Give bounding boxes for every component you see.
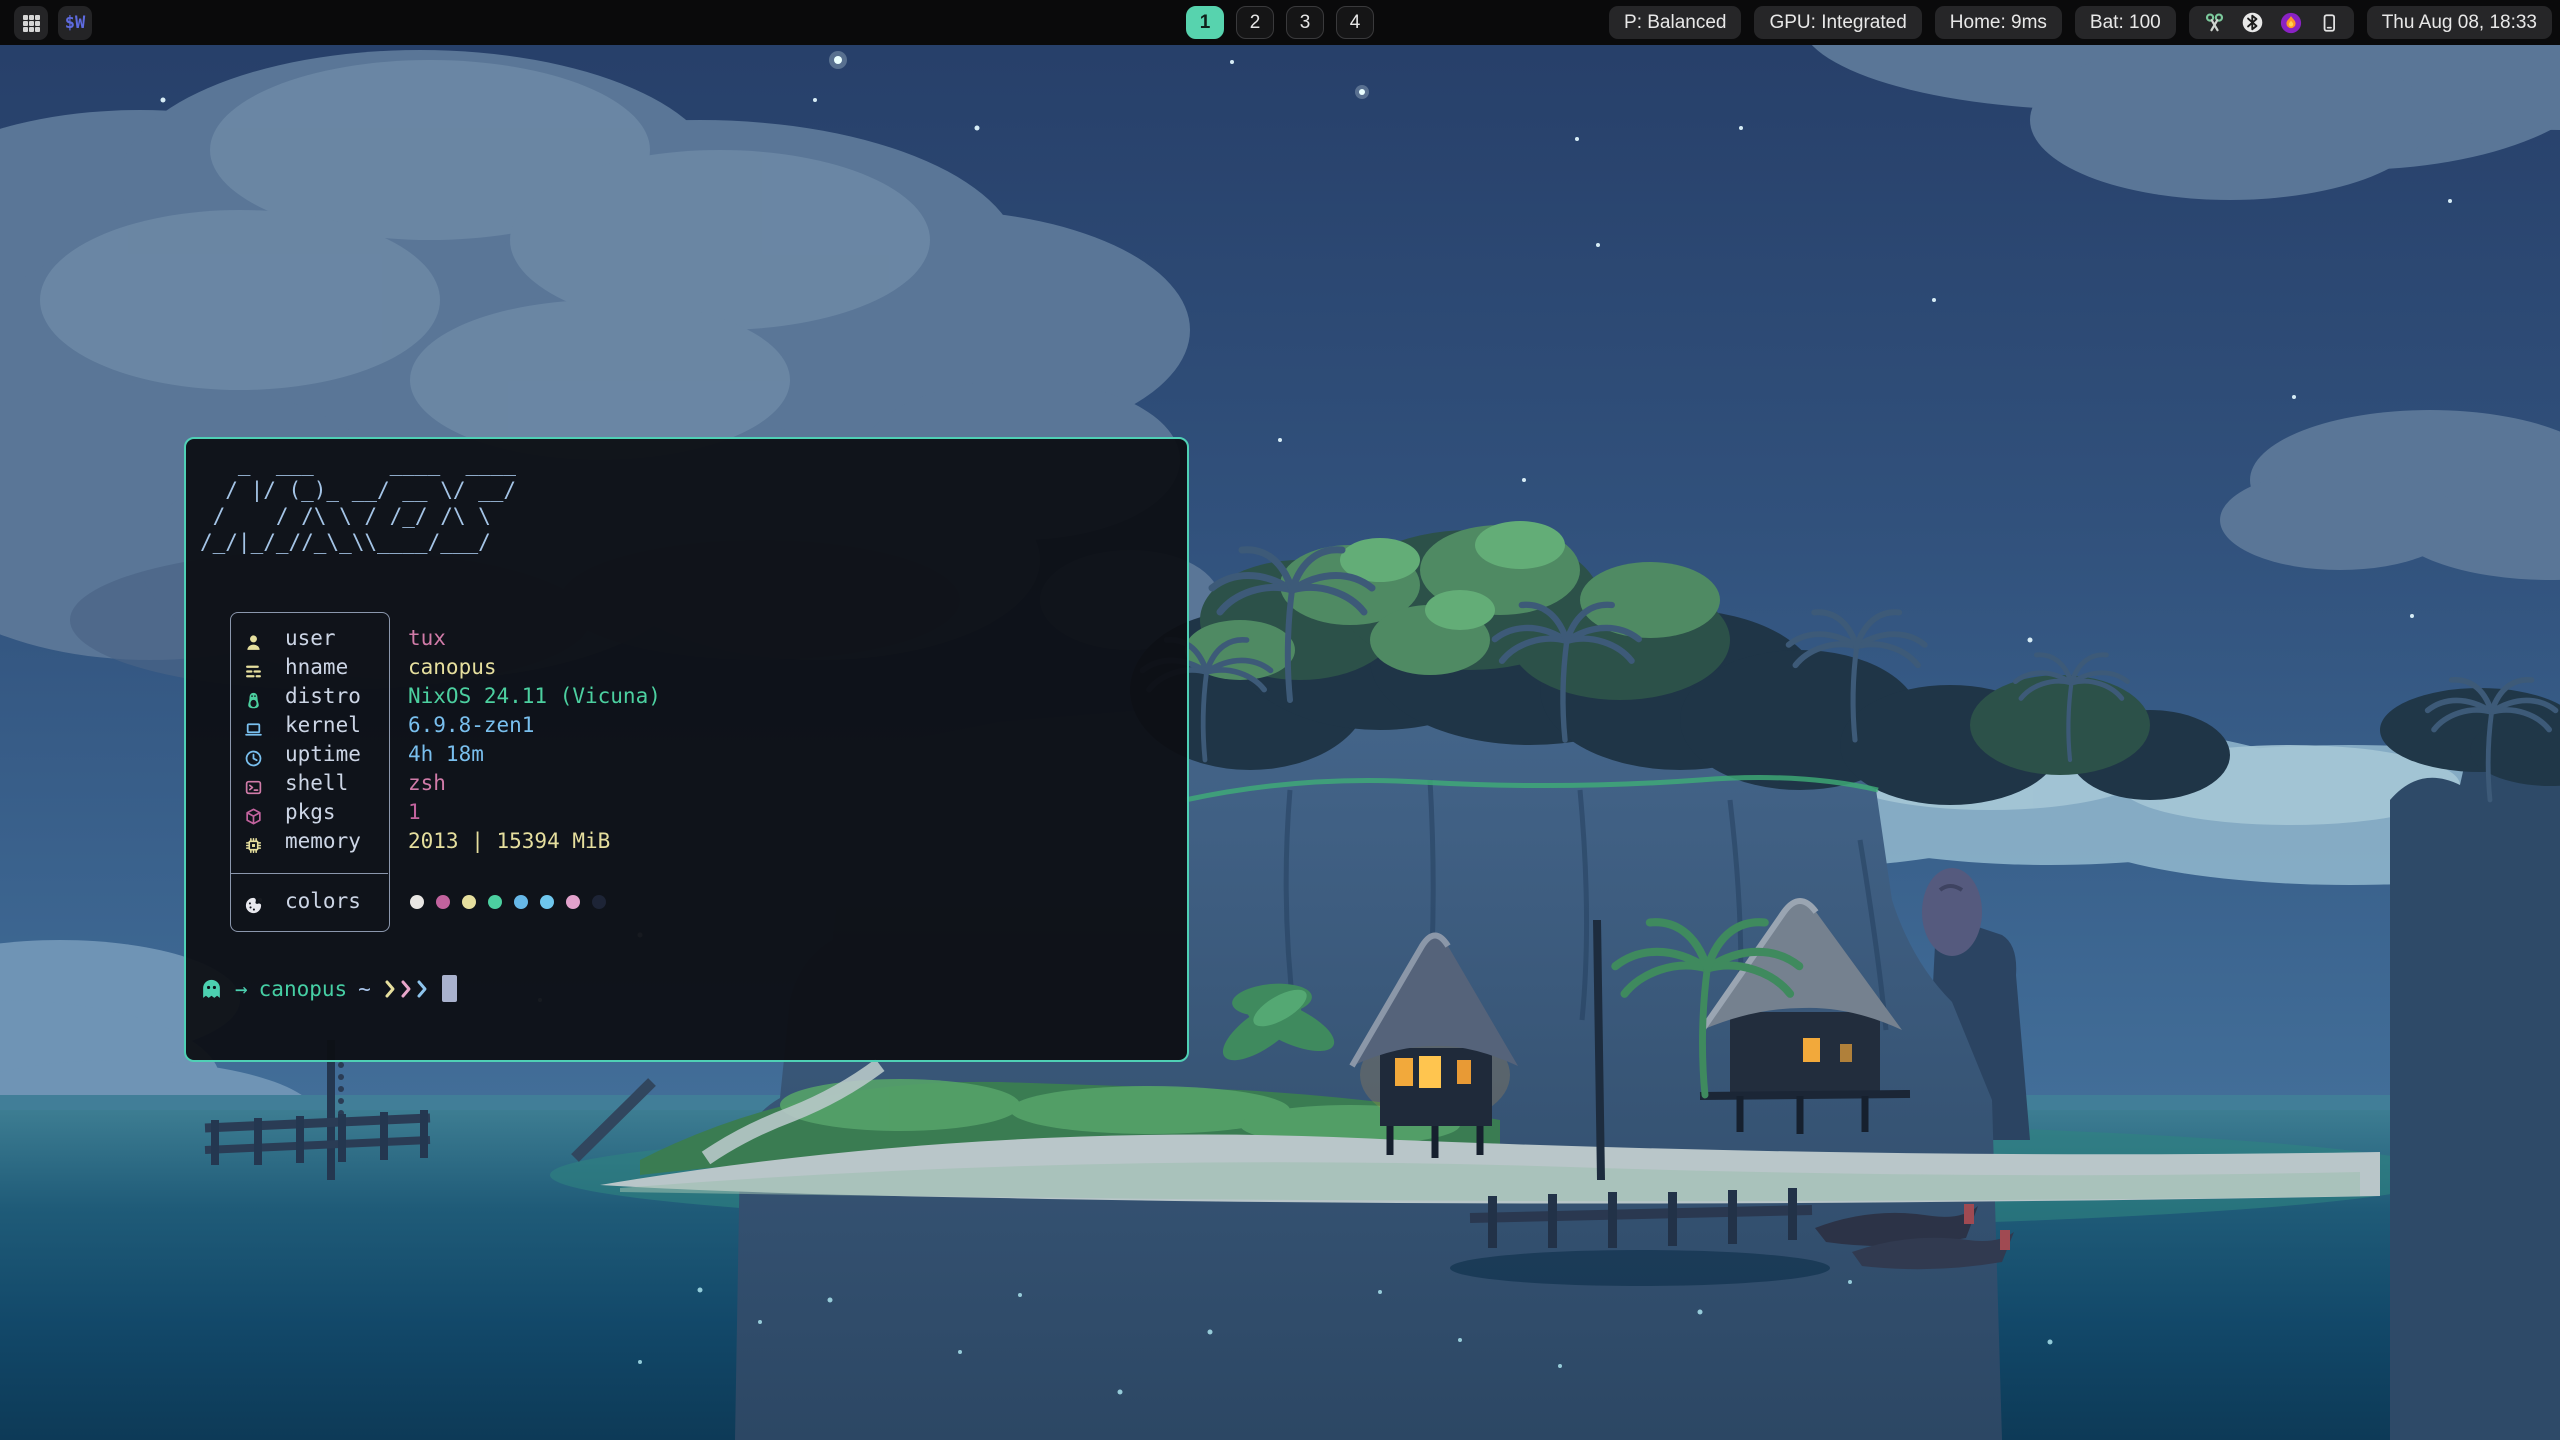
- workspace-4[interactable]: 4: [1336, 6, 1374, 39]
- home-latency-module[interactable]: Home: 9ms: [1935, 6, 2062, 39]
- fastfetch-output: user tux hname canopus distro NixOS 24.1…: [200, 612, 960, 942]
- flameshot-icon[interactable]: [2280, 12, 2302, 34]
- fetch-value: zsh: [408, 771, 446, 795]
- fetch-label: user: [285, 626, 336, 650]
- palette-dot: [540, 895, 554, 909]
- fetch-label-divider: [230, 873, 388, 874]
- app-grid-icon: [20, 12, 42, 34]
- phone-icon[interactable]: [2319, 13, 2339, 33]
- fetch-label: pkgs: [285, 800, 336, 824]
- prompt-chevron-blue: [416, 979, 428, 999]
- system-tray: [2189, 6, 2354, 39]
- memory-icon: [240, 832, 266, 856]
- workspace-switcher: 1 2 3 4: [1186, 6, 1374, 39]
- prompt-chevron-pink: [400, 979, 412, 999]
- fetch-label: hname: [285, 655, 348, 679]
- desktop: $W 1 2 3 4 P: Balanced GPU: Integrated H…: [0, 0, 2560, 1440]
- prompt-arrow: →: [235, 977, 248, 1001]
- fetch-value: 6.9.8-zen1: [408, 713, 534, 737]
- fetch-value: tux: [408, 626, 446, 650]
- dollar-w-label: $W: [65, 13, 85, 33]
- terminal-window[interactable]: _ ___ ____ ____ / |/ (_)_ __/ __ \/ __/ …: [184, 437, 1189, 1062]
- penguin-icon: [240, 687, 266, 711]
- palette-dot: [566, 895, 580, 909]
- bar-left-group: $W: [14, 6, 92, 40]
- fetch-value: NixOS 24.11 (Vicuna): [408, 684, 661, 708]
- dollar-w-badge[interactable]: $W: [58, 6, 92, 40]
- bluetooth-icon[interactable]: [2242, 12, 2263, 33]
- fetch-label: memory: [285, 829, 361, 853]
- ghost-icon: [200, 977, 223, 1000]
- gpu-module[interactable]: GPU: Integrated: [1754, 6, 1921, 39]
- scissors-icon[interactable]: [2204, 12, 2225, 33]
- palette-dot: [410, 895, 424, 909]
- fetch-label: uptime: [285, 742, 361, 766]
- hostname-icon: [240, 658, 266, 682]
- fetch-value: 1: [408, 800, 421, 824]
- fetch-label: kernel: [285, 713, 361, 737]
- workspace-3[interactable]: 3: [1286, 6, 1324, 39]
- palette-dot: [592, 895, 606, 909]
- palette-dot: [488, 895, 502, 909]
- power-profile-module[interactable]: P: Balanced: [1609, 6, 1741, 39]
- terminal-color-palette: [410, 895, 606, 909]
- fetch-value: 4h 18m: [408, 742, 484, 766]
- clock-icon: [240, 745, 266, 769]
- prompt-chevron-yellow: [384, 979, 396, 999]
- terminal-cursor[interactable]: [442, 975, 457, 1002]
- fetch-label: colors: [285, 889, 361, 913]
- status-bar: $W 1 2 3 4 P: Balanced GPU: Integrated H…: [0, 0, 2560, 45]
- clock-module[interactable]: Thu Aug 08, 18:33: [2367, 6, 2552, 39]
- app-launcher-button[interactable]: [14, 6, 48, 40]
- workspace-1[interactable]: 1: [1186, 6, 1224, 39]
- palette-dot: [462, 895, 476, 909]
- palette-dot: [436, 895, 450, 909]
- package-icon: [240, 803, 266, 827]
- prompt-hostname: canopus: [259, 977, 348, 1001]
- fetch-label: distro: [285, 684, 361, 708]
- prompt-path: ~: [358, 977, 371, 1001]
- fetch-value: canopus: [408, 655, 497, 679]
- shell-icon: [240, 774, 266, 798]
- shell-prompt[interactable]: → canopus ~: [200, 975, 457, 1002]
- user-icon: [240, 629, 266, 653]
- fetch-value: 2013 | 15394 MiB: [408, 829, 610, 853]
- bar-right-group: P: Balanced GPU: Integrated Home: 9ms Ba…: [1609, 6, 2552, 39]
- workspace-2[interactable]: 2: [1236, 6, 1274, 39]
- nixos-ascii-logo: _ ___ ____ ____ / |/ (_)_ __/ __ \/ __/ …: [200, 451, 516, 555]
- laptop-icon: [240, 716, 266, 740]
- palette-icon: [240, 892, 266, 916]
- fetch-label: shell: [285, 771, 348, 795]
- battery-module[interactable]: Bat: 100: [2075, 6, 2176, 39]
- palette-dot: [514, 895, 528, 909]
